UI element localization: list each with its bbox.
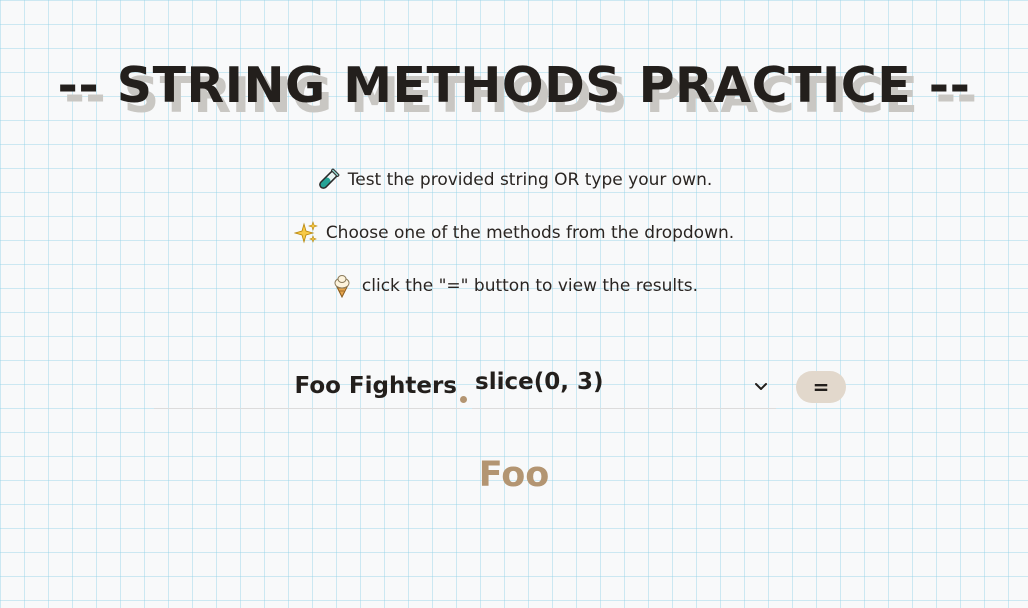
instruction-text: Choose one of the methods from the dropd… <box>325 222 735 243</box>
string-input[interactable] <box>154 365 460 409</box>
method-selected-value: slice(0, 3) <box>475 369 604 395</box>
dot-separator <box>460 396 467 403</box>
ice-cream-icon <box>330 274 354 298</box>
instruction-item: Test the provided string OR type your ow… <box>0 153 1028 206</box>
instruction-item: click the "=" button to view the results… <box>0 259 1028 312</box>
page-title: -- STRING METHODS PRACTICE -- <box>57 57 971 114</box>
instruction-item: Choose one of the methods from the dropd… <box>0 206 1028 259</box>
sparkles-icon <box>293 220 318 245</box>
instructions-list: Test the provided string OR type your ow… <box>0 153 1028 312</box>
test-tube-icon <box>316 168 340 192</box>
equals-button[interactable]: = <box>796 371 846 403</box>
instruction-text: click the "=" button to view the results… <box>361 275 699 296</box>
instruction-text: Test the provided string OR type your ow… <box>347 169 713 190</box>
method-select[interactable]: slice(0, 3) <box>472 365 776 409</box>
method-form: slice(0, 3) = <box>154 360 854 412</box>
result-output: Foo <box>478 455 550 495</box>
chevron-down-icon <box>752 377 770 395</box>
